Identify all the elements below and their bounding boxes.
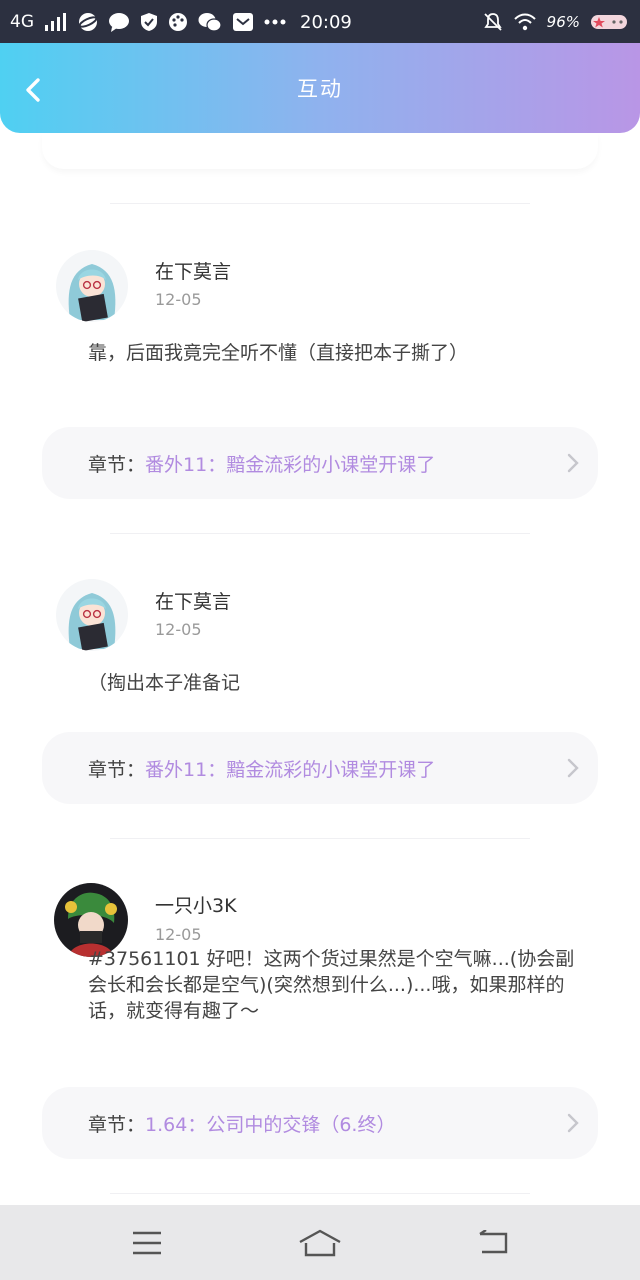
- divider: [110, 203, 530, 204]
- network-type: 4G: [10, 12, 34, 32]
- page-title: 互动: [297, 77, 343, 101]
- home-icon: [299, 1229, 341, 1256]
- comment-text: （掏出本子准备记: [88, 672, 241, 694]
- chapter-label: 章节：: [88, 758, 146, 781]
- home-button[interactable]: [290, 1223, 350, 1263]
- back-nav-button[interactable]: [463, 1223, 523, 1263]
- message-icon: [108, 12, 130, 32]
- chapter-link[interactable]: 章节： 番外11：黯金流彩的小课堂开课了: [42, 732, 598, 804]
- comment-text: #37561101 好吧！这两个货过果然是个空气嘛...(协会副会长和会长都是空…: [88, 948, 575, 1022]
- more-dots-icon: [264, 19, 286, 25]
- chapter-title: 番外11：黯金流彩的小课堂开课了: [145, 453, 436, 476]
- avatar[interactable]: [56, 579, 128, 651]
- comment-text: 靠，后面我竟完全听不懂（直接把本子撕了）: [88, 342, 469, 364]
- chevron-left-icon: [26, 78, 40, 102]
- chapter-label: 章节：: [88, 1113, 146, 1136]
- divider: [110, 838, 530, 839]
- chevron-right-icon: [567, 758, 579, 778]
- username[interactable]: 一只小3K: [155, 891, 237, 918]
- avatar[interactable]: [56, 250, 128, 322]
- divider: [110, 1193, 530, 1194]
- username[interactable]: 在下莫言: [155, 257, 231, 284]
- mute-icon: [483, 12, 503, 32]
- back-icon: [479, 1229, 508, 1253]
- chevron-right-icon: [567, 1113, 579, 1133]
- palette-icon: [168, 12, 188, 32]
- wifi-icon: [513, 13, 537, 31]
- menu-button[interactable]: [117, 1223, 177, 1263]
- chapter-link[interactable]: 章节： 番外11：黯金流彩的小课堂开课了: [42, 427, 598, 499]
- wechat-icon: [198, 12, 222, 32]
- chapter-label: 章节：: [88, 453, 146, 476]
- signal-icon: [44, 13, 68, 31]
- chevron-right-icon: [567, 453, 579, 473]
- page-header: 互动: [0, 43, 640, 133]
- interaction-feed[interactable]: 在下莫言 12-05 靠，后面我竟完全听不懂（直接把本子撕了） 章节： 番外11…: [0, 133, 640, 1205]
- status-bar: 4G 20:09 96%: [0, 0, 640, 44]
- post-date: 12-05: [155, 925, 202, 944]
- chapter-title: 1.64：公司中的交锋（6.终）: [145, 1113, 396, 1136]
- back-button[interactable]: [16, 73, 50, 107]
- battery-sticker-icon: [590, 13, 630, 31]
- mail-icon: [232, 12, 254, 32]
- chapter-link[interactable]: 章节： 1.64：公司中的交锋（6.终）: [42, 1087, 598, 1159]
- battery-level: 96%: [546, 13, 580, 31]
- clock-time: 20:09: [300, 11, 352, 33]
- shield-icon: [140, 12, 158, 32]
- post-date: 12-05: [155, 290, 202, 309]
- divider: [110, 533, 530, 534]
- browser-icon: [78, 12, 98, 32]
- post-date: 12-05: [155, 620, 202, 639]
- system-nav-bar: [0, 1205, 640, 1280]
- username[interactable]: 在下莫言: [155, 587, 231, 614]
- chapter-title: 番外11：黯金流彩的小课堂开课了: [145, 758, 436, 781]
- menu-icon: [132, 1231, 161, 1254]
- previous-card-edge: [42, 133, 598, 169]
